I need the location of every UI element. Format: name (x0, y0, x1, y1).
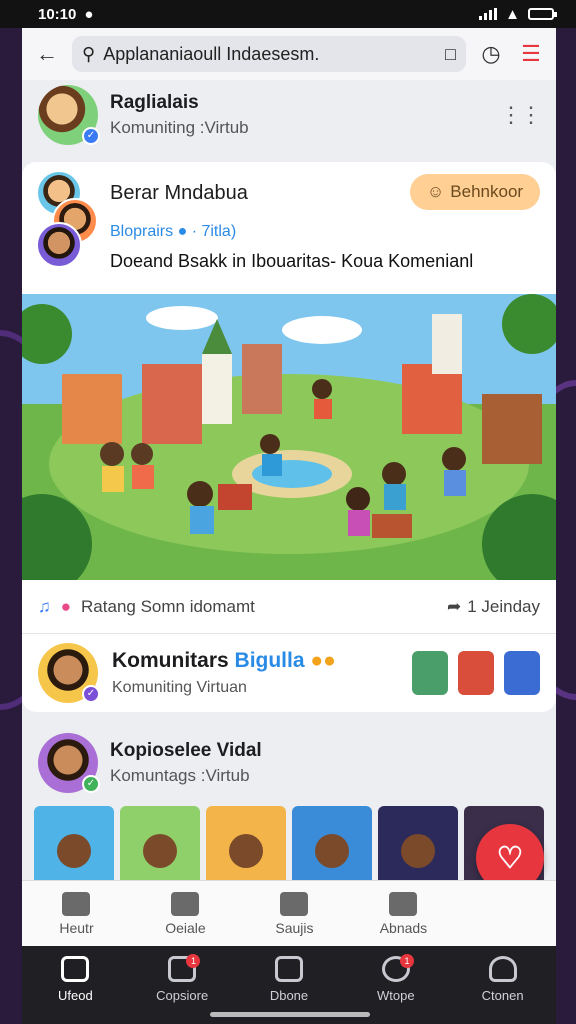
chat-icon (171, 891, 200, 916)
status-time: 10:10 (38, 5, 77, 23)
virtual-subtitle: Komuntags :Virtub (110, 766, 250, 785)
home-indicator[interactable] (210, 1012, 370, 1017)
profile-row[interactable]: ✓ Raglialais Komuniting :Virtub ⋮⋮ (22, 80, 556, 150)
subnav-item-grid[interactable]: Saujis (240, 881, 349, 946)
notification-badge: 1 (186, 954, 201, 968)
community-illustration[interactable] (22, 294, 556, 580)
online-icon: ✓ (82, 775, 100, 793)
reaction-icon[interactable]: ● (61, 597, 71, 617)
camera-icon: ● (84, 5, 94, 23)
feature-meta: Bloprairs ● · 7itla) (110, 223, 237, 240)
user-icon: ☺ (426, 182, 445, 201)
avatar: ✓ (38, 733, 100, 793)
nav-label: Wtope (377, 988, 415, 1003)
search-query: Applananiaoull Indaesesm. (103, 43, 320, 64)
nav-item-home[interactable]: Ufeod (22, 956, 129, 1024)
action-label[interactable]: Ratang Somn idomamt (81, 597, 255, 617)
nav-label: Dbone (269, 988, 309, 1003)
join-button[interactable]: ☺ Behnkoor (410, 174, 540, 210)
feature-description: Doeand Bsakk in Ibouaritas- Koua Komenia… (110, 251, 474, 271)
subnav-label: Oeiale (165, 919, 206, 936)
subnav-item-home[interactable]: Heutr (22, 881, 131, 946)
arrow-left-icon: ← (36, 41, 58, 66)
grid-icon (280, 891, 309, 916)
avatar: ✓ (38, 85, 100, 145)
subnav-label: Heutr (59, 919, 94, 936)
community-title: Komunitars (112, 649, 229, 672)
home-icon (62, 891, 91, 916)
home-icon (61, 956, 90, 982)
wifi-icon: ▲ (505, 5, 520, 23)
emoji-icon: ●● (310, 649, 336, 672)
community-card[interactable]: ✓ Komunitars Bigulla ●● Komuniting Virtu… (22, 634, 556, 712)
avatar: ✓ (38, 643, 100, 703)
join-button-label: Behnkoor (450, 182, 524, 201)
profile-subtitle: Komuniting :Virtub (110, 118, 249, 137)
subnav-label: Saujis (275, 919, 314, 936)
secondary-nav: Heutr Oeiale Saujis Abnads (22, 880, 556, 946)
mini-figures (412, 651, 540, 695)
folder-icon[interactable]: □ (445, 44, 456, 65)
community-subtitle: Komuniting Virtuan (112, 679, 247, 696)
signal-icon (479, 8, 498, 20)
music-icon[interactable]: ♫ (38, 597, 51, 617)
nav-label: Ctonen (481, 988, 524, 1003)
virtual-row[interactable]: ✓ Kopioselee Vidal Komuntags :Virtub (22, 720, 556, 806)
group-avatar (36, 170, 100, 270)
nav-item-profile[interactable]: Ctonen (449, 956, 556, 1024)
battery-icon (528, 8, 557, 20)
bookmark-icon (389, 891, 418, 916)
back-button[interactable]: ← (32, 39, 62, 69)
subnav-label: Abnads (379, 919, 428, 936)
subnav-item-bookmark[interactable]: Abnads (349, 881, 458, 946)
virtual-title: Kopioselee Vidal (110, 740, 262, 761)
more-icon[interactable]: ⋮⋮ (500, 102, 542, 128)
share-icon: ➦ (446, 596, 462, 616)
verified-icon: ✓ (82, 127, 100, 145)
profile-name: Raglialais (110, 92, 199, 113)
menu-icon[interactable]: ☰ (516, 39, 546, 69)
feature-card[interactable]: Berar Mndabua Bloprairs ● · 7itla) Doean… (22, 162, 556, 294)
notification-badge: 1 (400, 954, 415, 968)
nav-label: Copsiore (156, 988, 209, 1003)
community-accent: Bigulla (234, 649, 305, 672)
heart-icon: ♡ (496, 841, 524, 875)
search-bar: ← ⚲ Applananiaoull Indaesesm. □ ◷ ☰ (22, 28, 556, 80)
subnav-item-chat[interactable]: Oeiale (131, 881, 240, 946)
share-button[interactable]: ➦ 1 Jeinday (447, 597, 540, 617)
search-icon: ⚲ (82, 43, 96, 64)
verified-icon: ✓ (82, 685, 100, 703)
status-bar: 10:10 ● ▲ (0, 0, 576, 28)
user-icon (488, 956, 517, 982)
nav-label: Ufeod (58, 988, 93, 1003)
search-input[interactable]: ⚲ Applananiaoull Indaesesm. □ (72, 36, 466, 72)
timer-icon[interactable]: ◷ (476, 39, 506, 69)
share-label: 1 Jeinday (467, 596, 540, 616)
app-screen: ← ⚲ Applananiaoull Indaesesm. □ ◷ ☰ ✓ Ra… (22, 28, 556, 946)
grid-icon (274, 956, 303, 982)
action-row: ♫ ● Ratang Somn idomamt ➦ 1 Jeinday (22, 580, 556, 634)
